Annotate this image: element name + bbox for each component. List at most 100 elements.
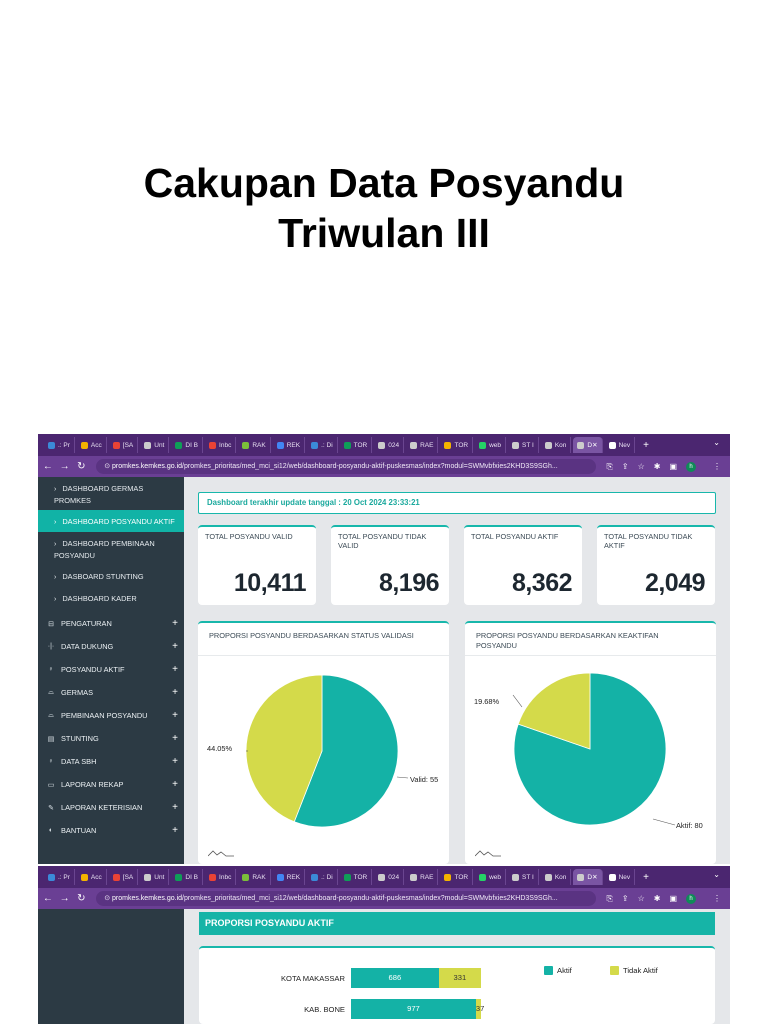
sidebar-subitem-3[interactable]: › DASHBOARD PEMBINAAN POSYANDU xyxy=(38,532,184,565)
browser-tab[interactable]: DI B xyxy=(171,437,204,453)
expand-plus-icon[interactable]: + xyxy=(166,756,184,767)
browser-tab[interactable]: Nev xyxy=(605,869,636,885)
browser-tab[interactable]: TOR xyxy=(440,869,474,885)
browser-tab[interactable]: D ✕ xyxy=(573,869,603,885)
sidebar-subitem-5[interactable]: › DASHBOARD KADER xyxy=(38,587,184,609)
sidebar-item-10[interactable]: ◐ BANTUAN + xyxy=(38,819,184,842)
sidebar-item-9[interactable]: ✎ LAPORAN KETERISIAN + xyxy=(38,796,184,819)
browser-tab[interactable]: Kon xyxy=(541,869,572,885)
browser-tab[interactable]: web xyxy=(475,437,507,453)
expand-plus-icon[interactable]: + xyxy=(166,825,184,836)
expand-plus-icon[interactable]: + xyxy=(166,641,184,652)
browser-tab[interactable]: TOR xyxy=(340,869,373,885)
sidebar-item-2[interactable]: ·|· DATA DUKUNG + xyxy=(38,635,184,658)
reload-icon[interactable]: ↻ xyxy=(74,893,88,904)
browser-tab[interactable]: Kon xyxy=(541,437,572,453)
share-icon[interactable]: ⎘ xyxy=(606,894,612,904)
chevron-right-icon: › xyxy=(54,574,57,581)
share-icon[interactable]: ⎘ xyxy=(606,462,612,472)
extension-icon[interactable]: ✱ xyxy=(654,894,661,903)
browser-tab[interactable]: 024 xyxy=(374,869,405,885)
browser-tab[interactable]: Acc xyxy=(77,869,107,885)
tab-favicon-icon xyxy=(410,873,418,881)
reload-icon[interactable]: ↻ xyxy=(74,461,88,472)
sidebar-subitem-4[interactable]: › DASBOARD STUNTING xyxy=(38,565,184,587)
browser-tab[interactable]: TOR xyxy=(440,437,474,453)
browser-tab[interactable]: Inbc xyxy=(205,869,237,885)
tab-favicon-icon xyxy=(311,441,319,449)
browser-tab[interactable]: RAK xyxy=(238,869,271,885)
bar-tidak-aktif[interactable]: 331 xyxy=(438,968,481,988)
browser-tab[interactable]: TOR xyxy=(340,437,373,453)
sidebar-subitem-1[interactable]: › DASHBOARD GERMAS PROMKES xyxy=(38,477,184,510)
expand-plus-icon[interactable]: + xyxy=(166,687,184,698)
sidebar-item-7[interactable]: ♀ DATA SBH + xyxy=(38,750,184,773)
browser-tab[interactable]: Unt xyxy=(140,437,170,453)
browser-tab[interactable]: DI B xyxy=(171,869,204,885)
sidebar-item-6[interactable]: ▤ STUNTING + xyxy=(38,727,184,750)
expand-plus-icon[interactable]: + xyxy=(166,802,184,813)
browser-tab[interactable]: REK xyxy=(273,869,306,885)
sidebar-item-5[interactable]: ⌓ PEMBINAAN POSYANDU + xyxy=(38,704,184,727)
browser-tab[interactable]: Nev xyxy=(605,437,636,453)
upload-icon[interactable]: ⇪ xyxy=(622,894,629,903)
browser-tab[interactable]: ST I xyxy=(508,869,539,885)
menu-icon[interactable]: ⋮ xyxy=(713,894,721,903)
sidepanel-icon[interactable]: ▣ xyxy=(669,894,677,903)
browser-tab[interactable]: REK xyxy=(273,437,306,453)
sidepanel-icon[interactable]: ▣ xyxy=(669,462,677,471)
browser-tab[interactable]: Acc xyxy=(77,437,107,453)
tab-close-icon[interactable]: ✕ xyxy=(592,441,597,449)
browser-tab[interactable]: RAE xyxy=(406,437,439,453)
browser-tab[interactable]: 024 xyxy=(374,437,405,453)
tab-list-icon[interactable]: ⌄ xyxy=(713,438,720,447)
back-icon[interactable]: ← xyxy=(41,893,55,904)
browser-tab[interactable]: .: Pr xyxy=(44,869,75,885)
url-path: /promkes_prioritas/med_mci_si12/web/dash… xyxy=(182,463,558,470)
expand-plus-icon[interactable]: + xyxy=(166,779,184,790)
sidebar-subitem-2[interactable]: › DASHBOARD POSYANDU AKTIF xyxy=(38,510,184,532)
bar-aktif[interactable]: 977 xyxy=(351,999,476,1019)
forward-icon[interactable]: → xyxy=(58,893,72,904)
browser-tab[interactable]: RAK xyxy=(238,437,271,453)
new-tab-icon[interactable]: + xyxy=(643,440,649,451)
back-icon[interactable]: ← xyxy=(41,461,55,472)
avatar[interactable]: h xyxy=(686,893,697,904)
tab-list-icon[interactable]: ⌄ xyxy=(713,870,720,879)
browser-tab[interactable]: .: Di xyxy=(307,437,338,453)
browser-tab[interactable]: web xyxy=(475,869,507,885)
browser-tab[interactable]: Inbc xyxy=(205,437,237,453)
avatar[interactable]: h xyxy=(686,461,697,472)
expand-plus-icon[interactable]: + xyxy=(166,710,184,721)
sidebar-item-3[interactable]: ♀ POSYANDU AKTIF + xyxy=(38,658,184,681)
bar-aktif[interactable]: 686 xyxy=(351,968,439,988)
new-tab-icon[interactable]: + xyxy=(643,872,649,883)
bar-tidak-aktif[interactable]: 37 xyxy=(475,999,484,1019)
browser-tab[interactable]: [SA xyxy=(109,869,139,885)
url-field[interactable]: ⊙ promkes.kemkes.go.id/promkes_prioritas… xyxy=(96,891,597,906)
expand-plus-icon[interactable]: + xyxy=(166,664,184,675)
upload-icon[interactable]: ⇪ xyxy=(622,462,629,471)
browser-tab[interactable]: .: Di xyxy=(307,869,338,885)
sidebar-item-4[interactable]: ⌓ GERMAS + xyxy=(38,681,184,704)
browser-tab[interactable]: Unt xyxy=(140,869,170,885)
browser-tab[interactable]: .: Pr xyxy=(44,437,75,453)
expand-plus-icon[interactable]: + xyxy=(166,733,184,744)
browser-tab[interactable]: D ✕ xyxy=(573,437,603,453)
expand-plus-icon[interactable]: + xyxy=(166,618,184,629)
legend-item-tidak-aktif[interactable]: Tidak Aktif xyxy=(610,966,658,975)
tab-close-icon[interactable]: ✕ xyxy=(592,873,597,881)
forward-icon[interactable]: → xyxy=(58,461,72,472)
browser-tab[interactable]: RAE xyxy=(406,869,439,885)
extension-icon[interactable]: ✱ xyxy=(654,462,661,471)
slide-title: Cakupan Data Posyandu Triwulan III xyxy=(0,158,768,258)
sidebar-item-8[interactable]: ▭ LAPORAN REKAP + xyxy=(38,773,184,796)
menu-icon[interactable]: ⋮ xyxy=(713,462,721,471)
url-field[interactable]: ⊙ promkes.kemkes.go.id/promkes_prioritas… xyxy=(96,459,597,474)
star-icon[interactable]: ☆ xyxy=(638,894,645,903)
browser-tab[interactable]: [SA xyxy=(109,437,139,453)
legend-item-aktif[interactable]: Aktif xyxy=(544,966,572,975)
browser-tab[interactable]: ST I xyxy=(508,437,539,453)
star-icon[interactable]: ☆ xyxy=(638,462,645,471)
sidebar-item-1[interactable]: ⊟ PENGATURAN + xyxy=(38,612,184,635)
